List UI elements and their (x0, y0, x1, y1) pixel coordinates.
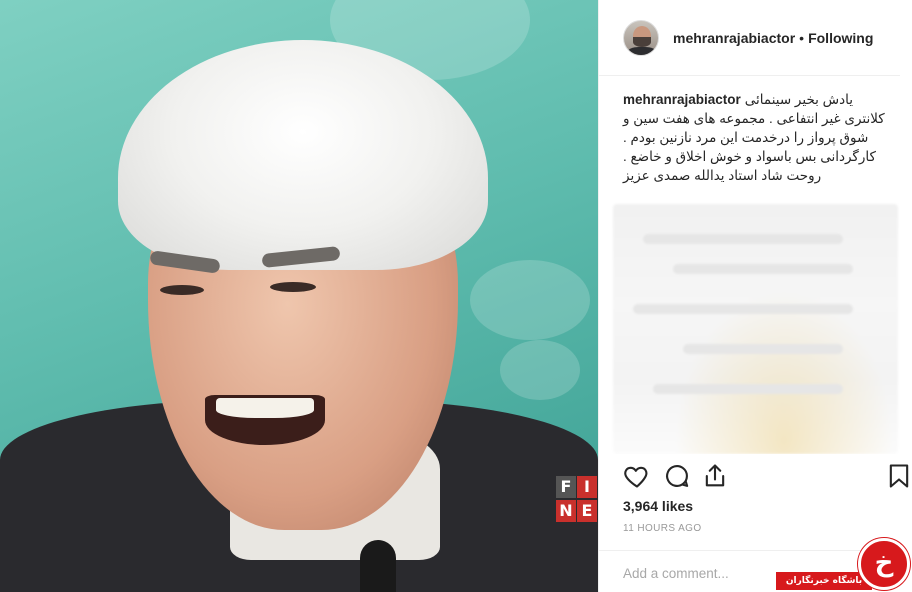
festival-badge-letter: N (556, 500, 576, 522)
caption: mehranrajabiactor یادش بخیر سینمائی کلانت… (623, 90, 896, 185)
username-link[interactable]: mehranrajabiactor (673, 30, 795, 46)
festival-badge-letter: E (577, 500, 597, 522)
blurred-comments (613, 204, 898, 454)
avatar-beard (633, 36, 651, 47)
background-logo-shape (500, 340, 580, 400)
caption-username[interactable]: mehranrajabiactor (623, 92, 741, 107)
blurred-line (683, 344, 843, 354)
post-photo[interactable]: F I N E (0, 0, 598, 592)
separator-dot: • (799, 29, 805, 46)
heart-icon[interactable] (623, 462, 651, 490)
microphone (360, 540, 396, 592)
post-timestamp[interactable]: 11 HOURS AGO (623, 523, 702, 534)
caption-area: mehranrajabiactor یادش بخیر سینمائی کلانت… (599, 76, 912, 454)
following-button[interactable]: Following (808, 30, 873, 46)
festival-badge-letter: I (577, 476, 597, 498)
post-header: mehranrajabiactor • Following (599, 0, 900, 76)
blurred-line (643, 234, 843, 244)
news-agency-watermark: باشگاه خبرنگاران خ (776, 538, 912, 592)
bookmark-icon[interactable] (885, 462, 912, 490)
avatar[interactable] (623, 19, 659, 56)
share-icon[interactable] (701, 462, 729, 490)
blurred-line (673, 264, 853, 274)
likes-count[interactable]: 3,964 likes (623, 498, 693, 514)
add-comment-input[interactable] (623, 553, 793, 592)
avatar-body (627, 46, 657, 55)
action-bar (623, 460, 912, 494)
blurred-line (653, 384, 843, 394)
comment-icon[interactable] (663, 462, 691, 490)
teeth (216, 398, 314, 418)
eye (270, 282, 316, 292)
festival-badge-letter: F (556, 476, 576, 498)
eye (160, 285, 204, 295)
watermark-logo: خ (858, 538, 910, 590)
watermark-ribbon: باشگاه خبرنگاران (776, 572, 872, 590)
festival-badge: F I N E (556, 476, 598, 524)
post-sidebar: mehranrajabiactor • Following mehranraja… (598, 0, 912, 592)
background-logo-shape (470, 260, 590, 340)
blurred-line (633, 304, 853, 314)
